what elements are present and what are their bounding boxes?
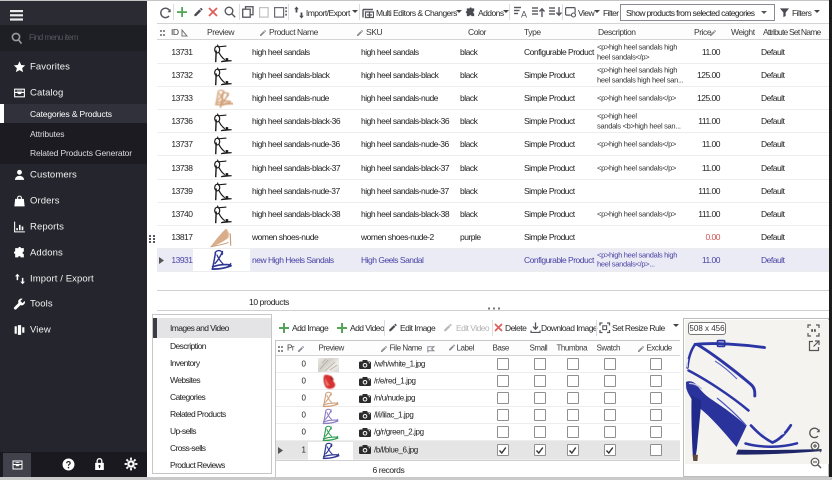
svg-text:A: A xyxy=(521,10,527,19)
